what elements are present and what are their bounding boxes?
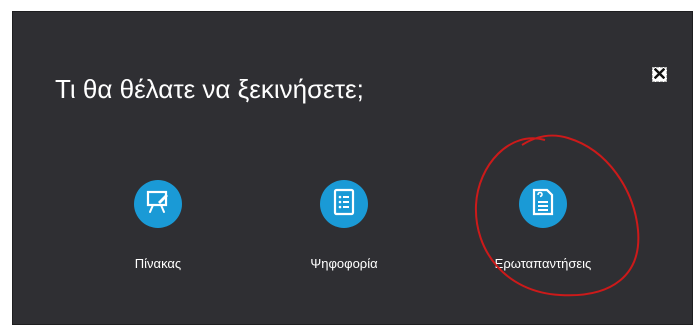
poll-icon-circle xyxy=(320,180,368,228)
option-whiteboard[interactable]: Πίνακας xyxy=(78,180,238,271)
option-poll[interactable]: Ψηφοφορία xyxy=(264,180,424,271)
start-dialog: Τι θα θέλατε να ξεκινήσετε; Πίνακας Ψηφο… xyxy=(13,12,692,324)
option-label-poll: Ψηφοφορία xyxy=(310,256,378,271)
qa-icon-circle xyxy=(519,180,567,228)
dialog-title: Τι θα θέλατε να ξεκινήσετε; xyxy=(55,74,364,104)
qa-icon xyxy=(531,188,555,221)
close-icon xyxy=(653,66,666,84)
option-label-qa: Ερωταπαντήσεις xyxy=(494,256,592,271)
whiteboard-icon xyxy=(144,188,172,221)
close-button[interactable] xyxy=(652,67,667,82)
whiteboard-icon-circle xyxy=(134,180,182,228)
option-qa[interactable]: Ερωταπαντήσεις xyxy=(463,180,623,271)
option-label-whiteboard: Πίνακας xyxy=(134,256,182,271)
poll-icon xyxy=(332,188,356,221)
